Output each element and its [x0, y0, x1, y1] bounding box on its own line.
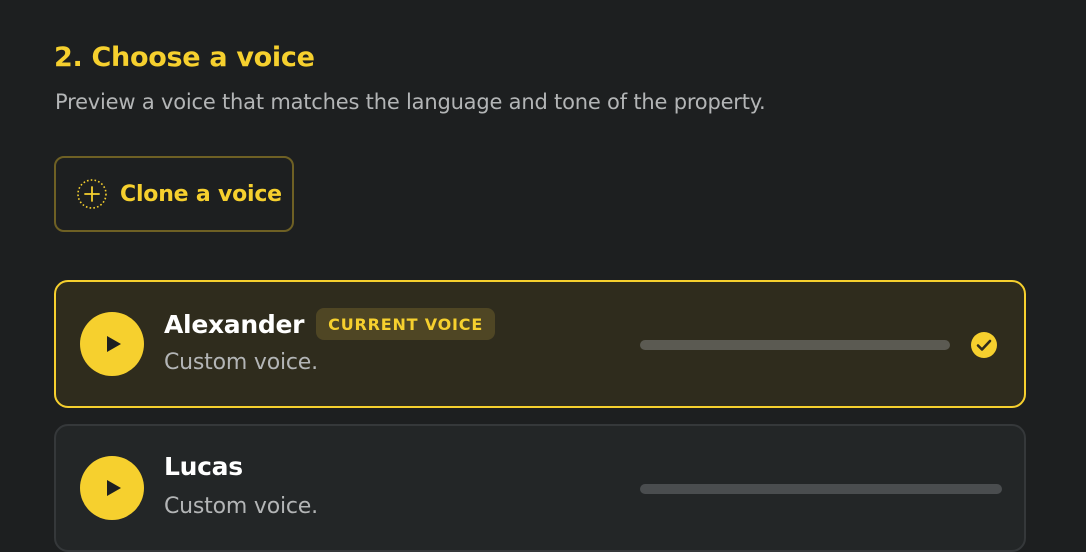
voice-name-row: Alexander CURRENT VOICE [164, 308, 496, 340]
plus-circle-icon [76, 178, 108, 210]
section-subtitle: Preview a voice that matches the languag… [55, 90, 766, 114]
current-voice-badge: CURRENT VOICE [316, 308, 496, 340]
voice-description: Custom voice. [164, 350, 318, 375]
audio-progress-bar[interactable] [640, 484, 1002, 494]
voice-name-row: Lucas [164, 452, 243, 481]
clone-voice-label: Clone a voice [120, 181, 282, 207]
voice-card-lucas[interactable]: Lucas Custom voice. [54, 424, 1026, 552]
voice-name: Lucas [164, 452, 243, 481]
section-title: 2. Choose a voice [54, 42, 315, 73]
audio-progress-bar[interactable] [640, 340, 950, 350]
clone-voice-button[interactable]: Clone a voice [54, 156, 294, 232]
voice-card-alexander[interactable]: Alexander CURRENT VOICE Custom voice. [54, 280, 1026, 408]
play-button[interactable] [80, 312, 144, 376]
voice-name: Alexander [164, 309, 305, 339]
play-icon [106, 336, 121, 352]
play-button[interactable] [80, 456, 144, 520]
voice-description: Custom voice. [164, 494, 318, 519]
check-circle-icon [970, 331, 998, 359]
play-icon [106, 480, 121, 496]
voice-selection-page: 2. Choose a voice Preview a voice that m… [0, 0, 1086, 552]
